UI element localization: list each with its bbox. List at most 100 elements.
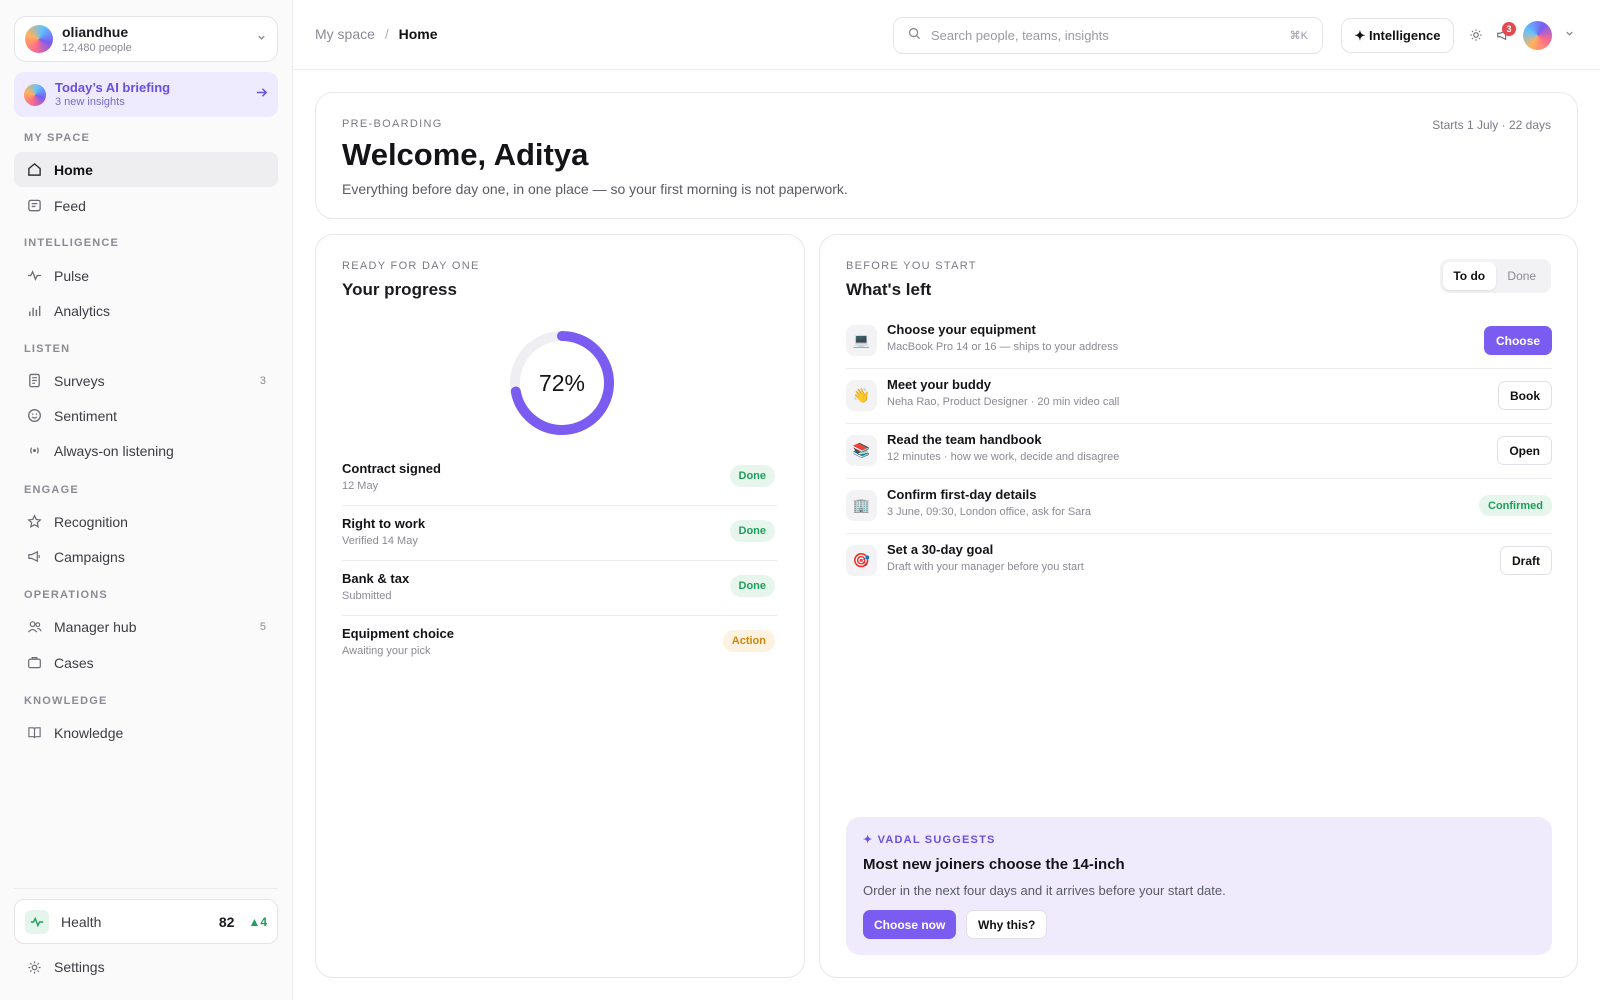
- briefing-subtitle: 3 new insights: [55, 96, 125, 108]
- sidebar-item-analytics[interactable]: Analytics: [14, 293, 278, 328]
- sidebar-item-label: Analytics: [54, 302, 111, 319]
- briefing-title: Today’s AI briefing: [55, 80, 171, 95]
- status-badge: Done: [729, 520, 775, 542]
- smile-icon: [26, 408, 42, 424]
- avatar[interactable]: [1523, 21, 1552, 50]
- sidebar-item-always-on-listening[interactable]: Always-on listening: [14, 433, 278, 468]
- choose-button[interactable]: Choose: [1483, 326, 1552, 355]
- list-item: Bank & tax Submitted Done: [342, 561, 777, 616]
- arrow-right-icon: [255, 86, 268, 103]
- suggestion-description: Order in the next four days and it arriv…: [863, 883, 1226, 898]
- book-button[interactable]: Book: [1498, 381, 1552, 410]
- open-button[interactable]: Open: [1497, 436, 1552, 465]
- status-badge: Done: [729, 465, 775, 487]
- notification-badge: 3: [1502, 22, 1516, 36]
- laptop-icon: 💻: [846, 325, 877, 356]
- sidebar-item-surveys[interactable]: Surveys 3: [14, 363, 278, 398]
- breadcrumb-current: Home: [398, 26, 438, 42]
- gear-icon: [26, 959, 42, 975]
- sidebar: oliandhue 12,480 people Today’s AI brief…: [0, 0, 293, 1000]
- sidebar-item-settings[interactable]: Settings: [14, 950, 117, 984]
- sidebar-item-home[interactable]: Home: [14, 152, 278, 187]
- org-switcher[interactable]: oliandhue 12,480 people: [14, 16, 278, 62]
- topbar: My space / Home Search people, teams, in…: [293, 0, 1600, 70]
- table-row: 💻 Choose your equipment MacBook Pro 14 o…: [846, 314, 1552, 369]
- draft-button[interactable]: Draft: [1499, 546, 1552, 575]
- breadcrumb-separator: /: [384, 26, 389, 42]
- pulse-icon: [26, 268, 42, 284]
- task-subtitle: MacBook Pro 14 or 16 — ships to your add…: [887, 341, 1119, 353]
- why-this-button[interactable]: Why this?: [966, 910, 1048, 939]
- step-subtitle: Awaiting your pick: [342, 645, 431, 657]
- heartbeat-icon: [25, 909, 49, 934]
- org-people-count: 12,480 people: [62, 41, 132, 54]
- megaphone-icon: [26, 549, 42, 565]
- sidebar-item-count: 3: [259, 374, 266, 387]
- sun-icon[interactable]: [1467, 26, 1485, 44]
- section-label-intelligence: INTELLIGENCE: [24, 237, 120, 249]
- suggestion-eyebrow: ✦ VADAL SUGGESTS: [863, 834, 996, 846]
- table-row: 👋 Meet your buddy Neha Rao, Product Desi…: [846, 369, 1552, 424]
- step-title: Equipment choice: [342, 626, 454, 641]
- task-title: Confirm first-day details: [887, 487, 1037, 502]
- sidebar-item-label: Always-on listening: [54, 442, 174, 459]
- task-filter-toggle: To do Done: [1440, 259, 1551, 293]
- health-widget[interactable]: Health 82 ▲4: [14, 899, 278, 944]
- briefing-orb-icon: [24, 83, 46, 106]
- list-item: Right to work Verified 14 May Done: [342, 506, 777, 561]
- sidebar-item-label: Recognition: [54, 513, 128, 530]
- chevron-down-icon[interactable]: [1564, 28, 1575, 42]
- sidebar-item-manager-hub[interactable]: Manager hub 5: [14, 609, 278, 644]
- list-item: Contract signed 12 May Done: [342, 451, 777, 506]
- survey-icon: [26, 373, 42, 389]
- sidebar-item-pulse[interactable]: Pulse: [14, 258, 278, 293]
- ai-suggestion-card: ✦ VADAL SUGGESTS Most new joiners choose…: [846, 817, 1552, 955]
- tab-to-do[interactable]: To do: [1443, 262, 1496, 290]
- search-shortcut: ⌘K: [1289, 30, 1308, 42]
- task-subtitle: Draft with your manager before you start: [887, 561, 1084, 573]
- sidebar-item-sentiment[interactable]: Sentiment: [14, 398, 278, 433]
- start-date: Starts 1 July · 22 days: [1432, 118, 1551, 132]
- status-badge: Confirmed: [1479, 495, 1552, 516]
- status-badge: Action: [722, 630, 775, 652]
- sidebar-item-recognition[interactable]: Recognition: [14, 504, 278, 539]
- step-title: Contract signed: [342, 461, 441, 476]
- sidebar-item-label: Home: [54, 161, 93, 178]
- sidebar-item-campaigns[interactable]: Campaigns: [14, 539, 278, 574]
- org-logo: [25, 25, 53, 53]
- section-label-operations: OPERATIONS: [24, 589, 108, 601]
- sidebar-divider: [14, 888, 278, 889]
- progress-percent: 72%: [538, 369, 586, 396]
- sidebar-item-label: Surveys: [54, 372, 105, 389]
- sidebar-item-label: Pulse: [54, 267, 90, 284]
- status-badge: Done: [729, 575, 775, 597]
- choose-now-button[interactable]: Choose now: [863, 910, 957, 939]
- section-label-engage: ENGAGE: [24, 484, 79, 496]
- table-row: 🏢 Confirm first-day details 3 June, 09:3…: [846, 479, 1552, 534]
- analytics-icon: [26, 303, 42, 319]
- briefcase-icon: [26, 655, 42, 671]
- tab-done[interactable]: Done: [1496, 262, 1549, 290]
- task-title: Meet your buddy: [887, 377, 992, 392]
- section-label-knowledge: KNOWLEDGE: [24, 695, 108, 707]
- search-input[interactable]: Search people, teams, insights ⌘K: [893, 17, 1323, 54]
- task-title: Read the team handbook: [887, 432, 1042, 447]
- search-icon: [908, 27, 921, 45]
- books-icon: 📚: [846, 435, 877, 466]
- task-title: Choose your equipment: [887, 322, 1036, 337]
- breadcrumb-parent[interactable]: My space: [315, 26, 375, 42]
- sidebar-item-knowledge[interactable]: Knowledge: [14, 715, 278, 750]
- wave-icon: 👋: [846, 380, 877, 411]
- section-label-my-space: MY SPACE: [24, 132, 91, 144]
- ai-briefing-card[interactable]: Today’s AI briefing 3 new insights: [14, 72, 278, 117]
- tasks-title: What's left: [846, 280, 932, 299]
- sidebar-item-cases[interactable]: Cases: [14, 645, 278, 680]
- step-title: Right to work: [342, 516, 426, 531]
- intelligence-button[interactable]: ✦ Intelligence: [1341, 18, 1454, 53]
- org-name: oliandhue: [62, 23, 129, 40]
- table-row: 📚 Read the team handbook 12 minutes · ho…: [846, 424, 1552, 479]
- welcome-eyebrow: PRE-BOARDING: [342, 118, 443, 130]
- sidebar-item-label: Campaigns: [54, 548, 125, 565]
- sidebar-item-feed[interactable]: Feed: [14, 188, 278, 223]
- progress-eyebrow: READY FOR DAY ONE: [342, 260, 480, 272]
